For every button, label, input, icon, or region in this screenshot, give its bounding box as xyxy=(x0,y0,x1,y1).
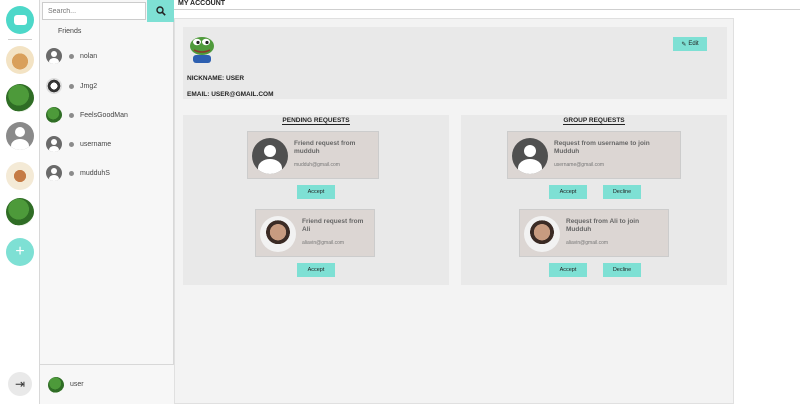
accept-button[interactable]: Accept xyxy=(297,263,335,277)
rail-divider xyxy=(8,39,32,40)
app-window: + ⇥ Friends nolan Jmg2 Fe xyxy=(0,0,800,404)
pending-requests-panel: PENDING REQUESTS Friend request from mud… xyxy=(183,115,449,285)
dog-avatar xyxy=(46,78,62,94)
current-user-avatar xyxy=(48,377,64,393)
edit-icon: ✎ xyxy=(681,41,687,48)
friend-item[interactable]: FeelsGoodMan xyxy=(46,105,170,125)
user-avatar-icon xyxy=(46,165,62,181)
request-title: Request from username to join Mudduh xyxy=(554,140,650,155)
pepe-avatar xyxy=(190,37,214,63)
edit-label: Edit xyxy=(688,41,699,47)
friend-request-card: Friend request from mudduh mudduh@gmail.… xyxy=(247,131,379,179)
status-dot xyxy=(69,53,74,59)
edit-profile-button[interactable]: ✎ Edit xyxy=(673,37,707,51)
accept-button[interactable]: Accept xyxy=(297,185,335,199)
friend-name: nolan xyxy=(80,52,98,60)
request-email: aliavin@gmail.com xyxy=(302,240,345,246)
friend-name: username xyxy=(80,140,112,148)
friend-item[interactable]: nolan xyxy=(46,46,170,66)
header-divider xyxy=(174,9,800,10)
user-photo xyxy=(260,216,296,252)
user-photo xyxy=(524,216,560,252)
logout-icon[interactable]: ⇥ xyxy=(8,372,32,396)
friend-item[interactable]: username xyxy=(46,134,170,154)
search-icon xyxy=(155,6,166,16)
request-title: Friend request from Ali xyxy=(302,218,364,233)
email-text: EMAIL: USER@GMAIL.COM xyxy=(187,91,274,98)
status-dot xyxy=(69,170,74,176)
accept-button[interactable]: Accept xyxy=(549,263,587,277)
page-title: MY ACCOUNT xyxy=(178,0,226,7)
frog-avatar xyxy=(46,107,62,123)
friend-name: Jmg2 xyxy=(80,82,98,90)
decline-button[interactable]: Decline xyxy=(603,263,641,277)
search-button[interactable] xyxy=(147,0,174,22)
friends-panel: Friends nolan Jmg2 FeelsGoodMan username… xyxy=(40,0,174,404)
chat-logo-icon[interactable] xyxy=(6,6,34,34)
group-requests-panel: GROUP REQUESTS Request from username to … xyxy=(461,115,727,285)
server-rail: + ⇥ xyxy=(0,0,40,404)
friends-heading: Friends xyxy=(58,28,82,35)
rail-avatar-fox[interactable] xyxy=(6,46,34,74)
user-avatar-icon xyxy=(512,138,548,174)
friend-name: mudduhS xyxy=(80,169,110,177)
pending-requests-title: PENDING REQUESTS xyxy=(282,117,350,125)
user-avatar-icon xyxy=(46,48,62,64)
request-email: username@gmail.com xyxy=(554,162,605,168)
group-requests-title: GROUP REQUESTS xyxy=(563,117,625,125)
status-dot xyxy=(69,112,74,118)
friend-request-card: Friend request from Ali aliavin@gmail.co… xyxy=(255,209,375,257)
search-input[interactable] xyxy=(42,2,146,20)
group-request-card: Request from username to join Mudduh use… xyxy=(507,131,681,179)
request-title: Request from Ali to join Mudduh xyxy=(566,218,640,233)
account-card: ✎ Edit NICKNAME: USER EMAIL: USER@GMAIL.… xyxy=(174,18,734,404)
accept-button[interactable]: Accept xyxy=(549,185,587,199)
rail-avatar-rocker[interactable] xyxy=(6,162,34,190)
current-user-name: user xyxy=(70,381,84,388)
user-avatar-icon xyxy=(46,136,62,152)
friend-item[interactable]: Jmg2 xyxy=(46,76,170,96)
add-server-button[interactable]: + xyxy=(6,238,34,266)
decline-button[interactable]: Decline xyxy=(603,185,641,199)
nickname-text: NICKNAME: USER xyxy=(187,75,245,82)
user-avatar-icon xyxy=(252,138,288,174)
status-dot xyxy=(69,83,74,89)
group-request-card: Request from Ali to join Mudduh aliavin@… xyxy=(519,209,669,257)
rail-avatar-frog-2[interactable] xyxy=(6,198,34,226)
search-bar xyxy=(40,0,174,22)
friend-name: FeelsGoodMan xyxy=(80,111,128,119)
rail-avatar-user[interactable] xyxy=(6,122,34,150)
status-dot xyxy=(69,141,74,147)
request-email: mudduh@gmail.com xyxy=(294,162,340,168)
friend-item[interactable]: mudduhS xyxy=(46,163,170,183)
rail-avatar-frog[interactable] xyxy=(6,84,34,112)
request-email: aliavin@gmail.com xyxy=(566,240,609,246)
current-user-bar[interactable]: user xyxy=(40,364,174,404)
request-title: Friend request from mudduh xyxy=(294,140,356,155)
profile-section: ✎ Edit NICKNAME: USER EMAIL: USER@GMAIL.… xyxy=(183,27,727,99)
